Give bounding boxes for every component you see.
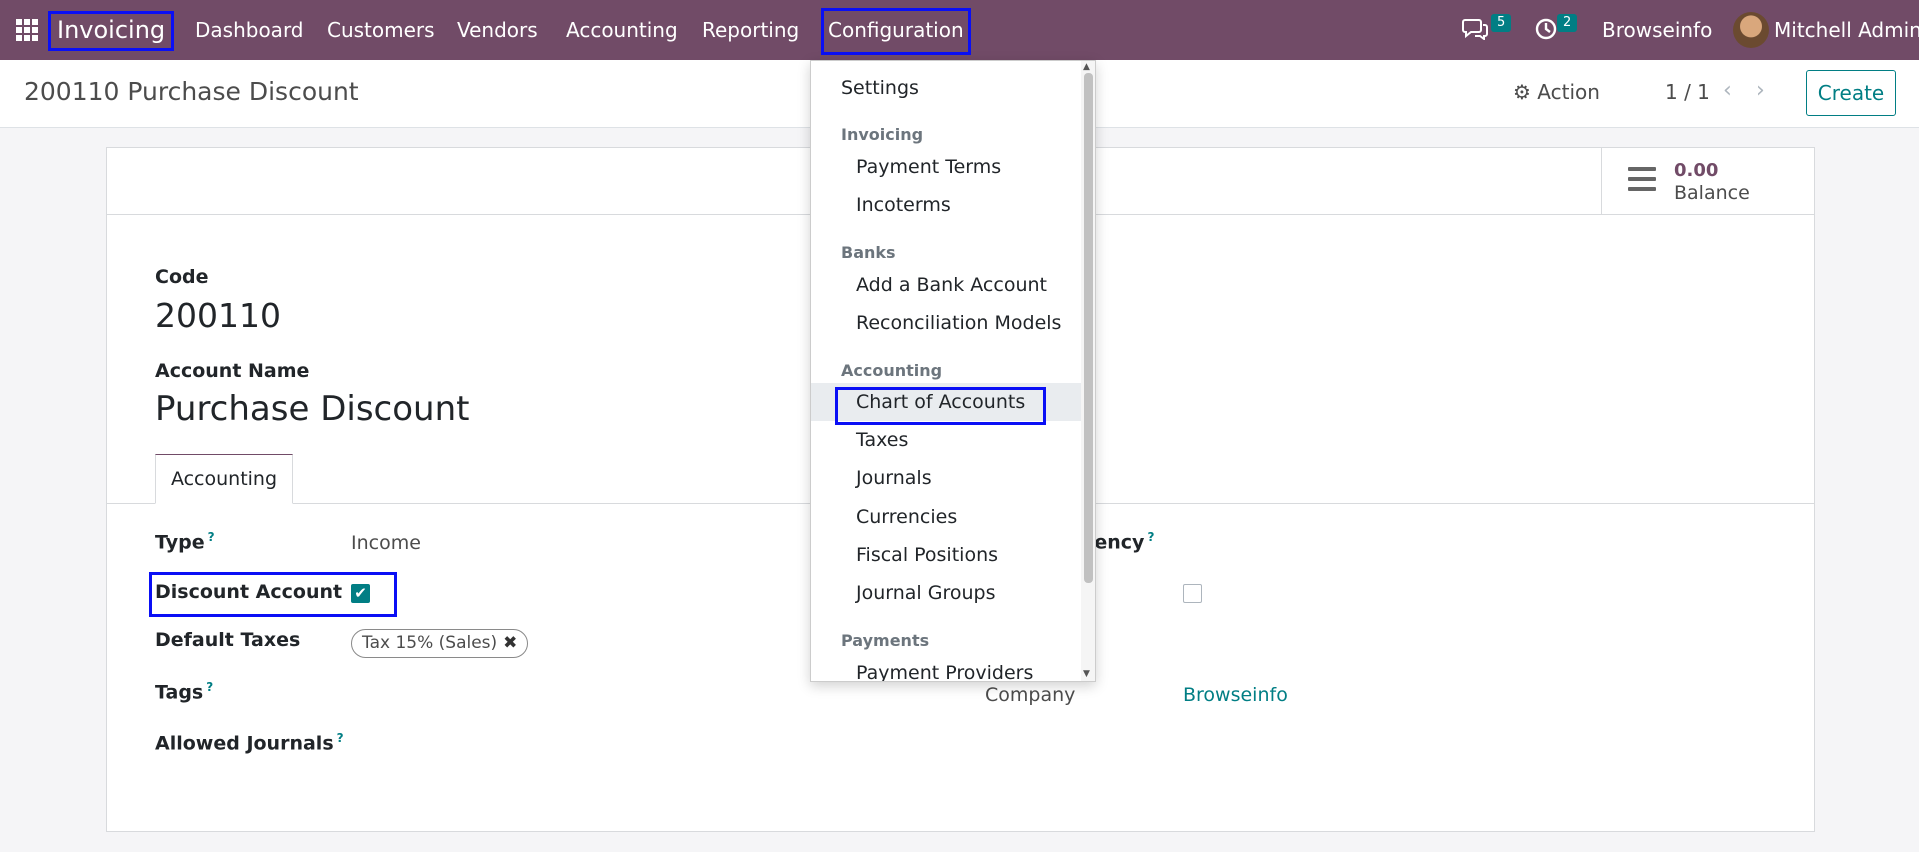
section-header-accounting: Accounting [841, 361, 943, 380]
close-icon[interactable]: ✖ [503, 633, 517, 653]
check-icon: ✔ [354, 584, 367, 602]
menu-item-reconciliation-models[interactable]: Reconciliation Models [811, 304, 1081, 342]
menu-dashboard[interactable]: Dashboard [195, 0, 304, 60]
clock-icon[interactable] [1535, 18, 1557, 40]
menu-item-payment-terms[interactable]: Payment Terms [811, 148, 1081, 186]
create-button[interactable]: Create [1806, 70, 1896, 116]
menu-vendors[interactable]: Vendors [457, 0, 538, 60]
chevron-left-icon[interactable]: ‹ [1723, 78, 1732, 103]
allowed-journals-help[interactable]: ? [337, 731, 344, 745]
user-menu[interactable]: Mitchell Admin [1774, 0, 1919, 60]
breadcrumb: 200110 Purchase Discount [24, 77, 359, 106]
company-switcher[interactable]: Browseinfo [1602, 0, 1712, 60]
tax-tag-label: Tax 15% (Sales) [362, 633, 498, 653]
balance-stat-button[interactable]: 0.00 Balance [1601, 148, 1814, 215]
section-header-invoicing: Invoicing [841, 125, 924, 144]
company-field[interactable]: Browseinfo [1183, 684, 1288, 706]
app-title[interactable]: Invoicing [47, 11, 175, 51]
company-label: Company [985, 684, 1076, 706]
balance-value: 0.00 [1674, 160, 1719, 181]
unchecked-checkbox[interactable] [1183, 584, 1202, 603]
avatar[interactable] [1733, 12, 1769, 48]
menu-item-payment-providers[interactable]: Payment Providers [811, 654, 1081, 681]
tax-tag[interactable]: Tax 15% (Sales) ✖ [351, 629, 529, 658]
type-help[interactable]: ? [208, 530, 215, 544]
menu-reporting[interactable]: Reporting [702, 0, 799, 60]
account-name-label: Account Name [155, 360, 310, 382]
section-header-payments: Payments [841, 631, 930, 650]
pager-value[interactable]: 1 / 1 [1665, 80, 1710, 104]
currency-help[interactable]: ? [1147, 530, 1154, 544]
menu-item-journal-groups[interactable]: Journal Groups [811, 574, 1081, 612]
activity-count-badge: 2 [1557, 14, 1578, 32]
tags-help[interactable]: ? [206, 680, 213, 694]
chevron-right-icon[interactable]: › [1756, 78, 1765, 103]
default-taxes-label: Default Taxes [155, 629, 301, 651]
code-field[interactable]: 200110 [155, 296, 281, 335]
discount-account-checkbox[interactable]: ✔ [351, 584, 370, 603]
tags-label: Tags? [155, 680, 213, 703]
allowed-journals-label-text: Allowed Journals [155, 732, 334, 755]
menu-item-taxes[interactable]: Taxes [811, 421, 1081, 459]
code-label: Code [155, 266, 209, 288]
tags-label-text: Tags [155, 681, 204, 704]
type-field[interactable]: Income [351, 532, 421, 554]
action-label: Action [1537, 80, 1600, 104]
menu-item-settings[interactable]: Settings [811, 69, 1081, 107]
scroll-down-icon[interactable]: ▼ [1083, 669, 1090, 679]
balance-label: Balance [1674, 182, 1750, 204]
scroll-up-icon[interactable]: ▲ [1083, 62, 1090, 72]
menu-item-fiscal-positions[interactable]: Fiscal Positions [811, 536, 1081, 574]
top-navbar: Invoicing Dashboard Customers Vendors Ac… [0, 0, 1919, 60]
menu-item-currencies[interactable]: Currencies [811, 498, 1081, 536]
menu-customers[interactable]: Customers [327, 0, 435, 60]
gear-icon: ⚙ [1513, 80, 1531, 104]
chart-of-accounts-highlight [835, 387, 1046, 425]
account-name-field[interactable]: Purchase Discount [155, 389, 469, 429]
allowed-journals-label: Allowed Journals? [155, 731, 344, 754]
type-label-text: Type [155, 531, 205, 554]
menu-item-incoterms[interactable]: Incoterms [811, 186, 1081, 224]
configuration-dropdown: Settings Invoicing Payment Terms Incoter… [810, 60, 1096, 682]
discount-account-label: Discount Account [155, 581, 343, 603]
apps-grid-icon[interactable] [16, 19, 38, 41]
tab-accounting[interactable]: Accounting [155, 454, 293, 504]
chat-count-badge: 5 [1491, 14, 1512, 32]
menu-accounting[interactable]: Accounting [566, 0, 678, 60]
menu-configuration[interactable]: Configuration [821, 8, 971, 55]
menu-item-add-bank-account[interactable]: Add a Bank Account [811, 266, 1081, 304]
dropdown-scrollbar-thumb[interactable] [1084, 73, 1093, 583]
chat-icon[interactable] [1462, 18, 1488, 40]
list-icon [1628, 167, 1656, 191]
menu-item-journals[interactable]: Journals [811, 459, 1081, 497]
type-label: Type? [155, 530, 215, 553]
action-button[interactable]: ⚙ Action [1513, 80, 1600, 104]
section-header-banks: Banks [841, 243, 896, 262]
